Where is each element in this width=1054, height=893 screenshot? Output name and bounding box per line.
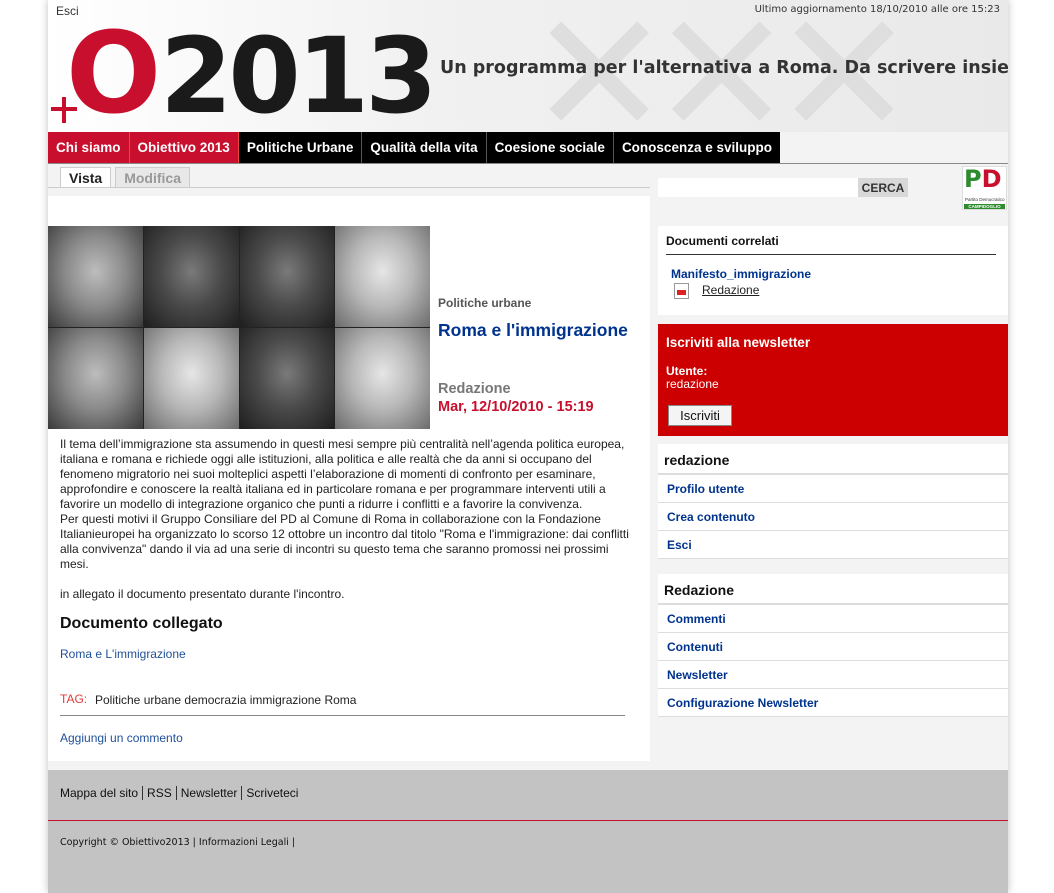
- user-menu-profilo[interactable]: Profilo utente: [658, 475, 1008, 503]
- user-menu-crea-contenuto[interactable]: Crea contenuto: [658, 503, 1008, 531]
- related-documents-title: Documenti correlati: [666, 234, 996, 255]
- face-photo-4: [335, 226, 430, 327]
- article-image: [48, 226, 430, 429]
- page-container: ✕✕✕ Esci Ultimo aggiornamento 18/10/2010…: [48, 0, 1008, 893]
- face-photo-6: [143, 328, 239, 429]
- face-photo-2: [143, 226, 239, 327]
- article-content: Politiche urbane Roma e l'immigrazione R…: [48, 196, 650, 761]
- admin-menu-title: Redazione: [658, 574, 1008, 605]
- tag-label: TAG:: [60, 692, 88, 706]
- nav-item-obiettivo-2013[interactable]: Obiettivo 2013: [129, 132, 239, 163]
- site-tagline: Un programma per l'alternativa a Roma. D…: [440, 58, 1008, 78]
- article-category: Politiche urbane: [438, 296, 532, 310]
- logo-year: 2013: [160, 15, 437, 132]
- pd-logo-bar: CAMPIDOGLIO: [964, 204, 1005, 209]
- tab-vista[interactable]: Vista: [60, 167, 112, 188]
- article-body: Il tema dell’immigrazione sta assumendo …: [60, 437, 635, 602]
- last-update-text: Ultimo aggiornamento 18/10/2010 alle ore…: [754, 4, 1000, 15]
- newsletter-box: Iscriviti alla newsletter Utente: redazi…: [658, 324, 1008, 436]
- footer-links: Mappa del sito RSS Newsletter Scriveteci: [60, 786, 302, 800]
- copyright-text: Copyright © Obiettivo2013 | Informazioni…: [60, 837, 296, 848]
- site-logo[interactable]: O 2013: [50, 9, 437, 132]
- logo-o: O: [66, 9, 162, 132]
- user-menu-esci[interactable]: Esci: [658, 531, 1008, 559]
- face-photo-5: [48, 328, 143, 429]
- article-paragraph-2: Per questi motivi il Gruppo Consiliare d…: [60, 512, 629, 571]
- main-nav: Chi siamo Obiettivo 2013 Politiche Urban…: [48, 132, 1008, 164]
- search-input[interactable]: [658, 178, 858, 197]
- admin-menu-contenuti[interactable]: Contenuti: [658, 633, 1008, 661]
- pd-logo-letters: PD: [964, 165, 1002, 193]
- related-doc-heading: Documento collegato: [60, 615, 223, 632]
- footer-link-rss[interactable]: RSS: [142, 786, 176, 800]
- article-date: Mar, 12/10/2010 - 15:19: [438, 399, 594, 415]
- face-photo-1: [48, 226, 143, 327]
- tag-list[interactable]: Politiche urbane democrazia immigrazione…: [95, 693, 356, 707]
- site-header: ✕✕✕ Esci Ultimo aggiornamento 18/10/2010…: [48, 0, 1008, 132]
- article-paragraph-1: Il tema dell’immigrazione sta assumendo …: [60, 437, 625, 511]
- nav-item-chi-siamo[interactable]: Chi siamo: [48, 132, 130, 163]
- article-author: Redazione: [438, 381, 511, 397]
- nav-item-conoscenza-e-sviluppo[interactable]: Conoscenza e sviluppo: [613, 132, 780, 163]
- admin-menu-commenti[interactable]: Commenti: [658, 605, 1008, 633]
- nav-item-politiche-urbane[interactable]: Politiche Urbane: [238, 132, 363, 163]
- newsletter-title: Iscriviti alla newsletter: [666, 335, 811, 350]
- user-menu-title: redazione: [658, 444, 1008, 475]
- face-photo-7: [239, 328, 335, 429]
- face-photo-3: [239, 226, 335, 327]
- footer-link-scriveteci[interactable]: Scriveteci: [241, 786, 302, 800]
- tags-divider: [60, 715, 625, 716]
- search-button[interactable]: CERCA: [858, 178, 908, 197]
- node-tabs: Vista Modifica: [60, 167, 190, 188]
- article-paragraph-3: in allegato il documento presentato dura…: [60, 587, 345, 601]
- admin-menu-newsletter[interactable]: Newsletter: [658, 661, 1008, 689]
- pd-logo-subtitle: Partito Democratico: [965, 197, 1005, 202]
- user-menu: redazione Profilo utente Crea contenuto …: [658, 444, 1008, 559]
- newsletter-user-label: Utente:: [666, 364, 708, 378]
- related-document-title[interactable]: Manifesto_immigrazione: [671, 267, 811, 281]
- related-document-link[interactable]: Redazione: [702, 283, 759, 297]
- nav-item-qualita-della-vita[interactable]: Qualità della vita: [362, 132, 487, 163]
- tabs-divider: [48, 187, 650, 188]
- subscribe-button[interactable]: Iscriviti: [668, 405, 732, 426]
- face-photo-8: [335, 328, 430, 429]
- footer-link-mappa[interactable]: Mappa del sito: [60, 786, 142, 800]
- pd-logo[interactable]: PD Partito Democratico CAMPIDOGLIO: [962, 165, 1007, 210]
- related-documents-box: Documenti correlati Manifesto_immigrazio…: [658, 226, 1008, 315]
- admin-menu-configurazione-newsletter[interactable]: Configurazione Newsletter: [658, 689, 1008, 717]
- article-title: Roma e l'immigrazione: [438, 320, 628, 340]
- admin-menu: Redazione Commenti Contenuti Newsletter …: [658, 574, 1008, 717]
- footer-divider: [48, 820, 1008, 821]
- footer-link-newsletter[interactable]: Newsletter: [175, 786, 242, 800]
- pdf-icon: [674, 283, 689, 299]
- tab-modifica[interactable]: Modifica: [115, 167, 190, 188]
- related-doc-link[interactable]: Roma e L'immigrazione: [60, 647, 186, 661]
- nav-item-coesione-sociale[interactable]: Coesione sociale: [486, 132, 614, 163]
- add-comment-link[interactable]: Aggiungi un commento: [60, 731, 183, 745]
- newsletter-user-value: redazione: [666, 377, 719, 391]
